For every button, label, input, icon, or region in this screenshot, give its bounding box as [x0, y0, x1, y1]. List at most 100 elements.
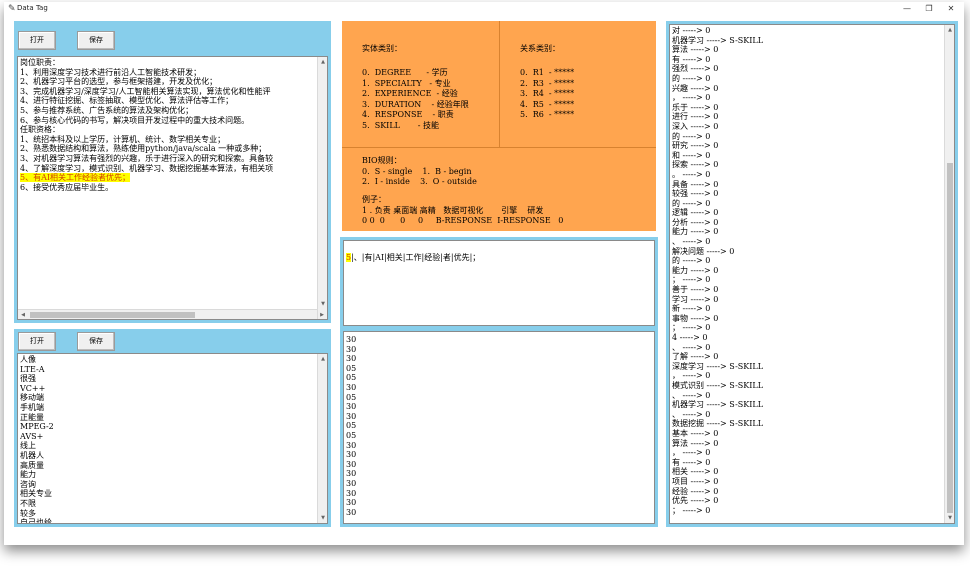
list-item: MPEG-2 [20, 422, 54, 432]
relation-item: 5. R6 - ***** [520, 110, 575, 119]
result-line: 经验 -----> 0 [672, 486, 719, 496]
result-line: 深入 -----> 0 [672, 121, 719, 131]
scroll-down-icon[interactable]: ▼ [318, 299, 327, 309]
scroll-up-icon[interactable]: ▲ [318, 354, 327, 364]
minimize-button[interactable]: — [896, 3, 918, 15]
list-item: 自己也给 [20, 518, 52, 524]
list-item: 线上 [20, 441, 36, 451]
tag-code-line: 30 [346, 450, 357, 460]
result-line: ； -----> 0 [672, 505, 711, 515]
tag-code-line: 30 [346, 344, 357, 354]
sentence-tokens: |、|有|AI|相关|工作|经验|者|优先|； [351, 253, 481, 262]
text-line: 6、参与核心代码的书写，解决项目开发过程中的重大技术问题。 [20, 115, 250, 125]
list-item: 较多 [20, 508, 36, 518]
result-line: 能力 -----> 0 [672, 227, 719, 237]
tag-code-line: 05 [346, 373, 357, 383]
result-line: ； -----> 0 [672, 275, 711, 285]
result-line: 了解 -----> 0 [672, 352, 719, 362]
close-button[interactable]: ✕ [940, 3, 962, 15]
list-item: 人像 [20, 355, 36, 364]
result-line: 相关 -----> 0 [672, 467, 719, 477]
segmented-sentence-area[interactable]: 5|、|有|AI|相关|工作|经验|者|优先|； [343, 240, 655, 326]
open-dict-button[interactable]: 打开 [18, 332, 56, 351]
word-list-content[interactable]: 人像 LTE-A 很强 VC++ 移动端 手机端 正能量 MPEG-2 AVS+ 线上 机器人 高质量… [20, 355, 315, 524]
tag-code-line: 30 [346, 469, 357, 479]
segmented-sentence: 5|、|有|AI|相关|工作|经验|者|优先|； [346, 252, 480, 263]
result-line: ， -----> 0 [672, 93, 711, 103]
result-line: 对 -----> 0 [672, 26, 711, 35]
vertical-scrollbar[interactable]: ▲ ▼ [944, 25, 954, 523]
relation-item: 3. R4 - ***** [520, 89, 575, 98]
scroll-up-icon[interactable]: ▲ [945, 25, 954, 35]
result-line: 算法 -----> 0 [672, 45, 719, 55]
text-line: 4、了解深度学习，模式识别、机器学习、数据挖掘基本算法，有相关项 [20, 163, 274, 173]
result-text-area[interactable]: 对 -----> 0 机器学习 -----> S-SKILL 算法 -----> 0… [669, 24, 955, 524]
tag-code-line: 30 [346, 402, 357, 412]
relation-list: 0. R1 - ***** 2. R3 - ***** 3. R4 - ***** 4… [520, 68, 574, 121]
maximize-button[interactable]: ❐ [918, 3, 940, 15]
scroll-down-icon[interactable]: ▼ [945, 513, 954, 523]
source-text-panel: 打开 保存 岗位职责： 1、利用深度学习技术进行前沿人工智能技术研发； 2、机器学习… [14, 21, 331, 323]
scroll-up-icon[interactable]: ▲ [318, 57, 327, 67]
result-line: ， -----> 0 [672, 371, 711, 381]
vertical-scrollbar[interactable]: ▲ ▼ [317, 57, 327, 319]
result-line: 新 -----> 0 [672, 304, 711, 314]
result-line: 具备 -----> 0 [672, 179, 719, 189]
result-line: 深度学习 -----> S-SKILL [672, 361, 764, 371]
source-text-area[interactable]: 岗位职责： 1、利用深度学习技术进行前沿人工智能技术研发； 2、机器学习平台的选型，… [17, 56, 328, 320]
result-content[interactable]: 对 -----> 0 机器学习 -----> S-SKILL 算法 -----> 0… [672, 26, 942, 515]
result-line: 能力 -----> 0 [672, 265, 719, 275]
tag-code-line: 30 [346, 498, 357, 508]
list-item: 手机端 [20, 402, 44, 412]
window-title: Data Tag [17, 4, 48, 12]
text-line: 3、完成机器学习/深度学习/人工智能相关算法实现，算法优化和性能评 [20, 86, 271, 96]
entity-item: 0. DEGREE - 学历 [362, 68, 448, 77]
tag-input-area[interactable]: 30 30 30 05 05 30 05 30 30 05 05 30 30 30 30 30 30 30 30 [343, 331, 655, 524]
tag-code-line: 30 [346, 354, 357, 364]
result-line: 强烈 -----> 0 [672, 64, 719, 74]
example-line: 例子： [362, 195, 386, 204]
source-text-content[interactable]: 岗位职责： 1、利用深度学习技术进行前沿人工智能技术研发； 2、机器学习平台的选型，… [20, 58, 315, 192]
text-line: 2、熟悉数据结构和算法，熟练使用python/java/scala 一种或多种； [20, 144, 267, 154]
entity-item: 3. DURATION - 经验年限 [362, 99, 469, 109]
result-line: 和 -----> 0 [672, 150, 711, 160]
result-line: 模式识别 -----> S-SKILL [672, 380, 764, 390]
vertical-scrollbar[interactable]: ▲ ▼ [317, 354, 327, 523]
scroll-right-icon[interactable]: ▶ [317, 310, 327, 319]
save-file-button[interactable]: 保存 [77, 31, 115, 50]
relation-title: 关系类别： [520, 44, 560, 53]
text-line: 岗位职责： [20, 58, 60, 67]
tag-input-panel: 30 30 30 05 05 30 05 30 30 05 05 30 30 30 30 30 30 30 30 [340, 329, 658, 527]
legend-divider [342, 147, 656, 148]
horizontal-scrollbar[interactable]: ◀ ▶ [18, 309, 324, 319]
word-list-area[interactable]: 人像 LTE-A 很强 VC++ 移动端 手机端 正能量 MPEG-2 AVS+ 线上 机器人 高质量… [17, 353, 328, 524]
text-line: 5、有AI相关工作经验者优先； [20, 173, 315, 183]
save-dict-button[interactable]: 保存 [77, 332, 115, 351]
example-line: 0 0 0 0 0 B-RESPONSE I-RESPONSE 0 [362, 216, 564, 225]
result-line: 的 -----> 0 [672, 256, 711, 266]
highlighted-line: 5、有AI相关工作经验者优先； [20, 173, 131, 183]
result-line: 较强 -----> 0 [672, 189, 719, 199]
list-item: 能力 [20, 470, 36, 480]
entity-title: 实体类别： [362, 44, 402, 53]
bio-rule-line: 0. S - single 1. B - begin [362, 166, 472, 176]
tag-code-line: 30 [346, 440, 357, 450]
vertical-scroll-thumb[interactable] [947, 163, 953, 513]
tag-code-line: 30 [346, 335, 357, 344]
list-item: 不限 [20, 498, 36, 508]
scroll-left-icon[interactable]: ◀ [18, 310, 28, 319]
horizontal-scroll-thumb[interactable] [30, 312, 195, 318]
open-file-button[interactable]: 打开 [18, 31, 56, 50]
text-line: 6、接受优秀应届毕业生。 [20, 182, 114, 192]
text-line: 4、进行特征挖掘、标签抽取、模型优化、算法评估等工作； [20, 96, 234, 106]
scroll-down-icon[interactable]: ▼ [318, 513, 327, 523]
bio-rule-line: BIO规则： [362, 156, 402, 165]
tag-input-content[interactable]: 30 30 30 05 05 30 05 30 30 05 05 30 30 30 30 30 30 30 30 [346, 335, 642, 517]
result-line: 、 -----> 0 [672, 390, 711, 400]
example-line: 1 . 负责 桌面端 高精 数据可视化 引擎 研发 [362, 205, 544, 215]
legend-divider [499, 21, 500, 147]
list-item: 机器人 [20, 450, 44, 460]
word-list-panel: 打开 保存 人像 LTE-A 很强 VC++ 移动端 手机端 正能量 MPEG-2 AVS+ 线上… [14, 329, 331, 527]
list-item: LTE-A [20, 364, 45, 374]
text-line: 2、机器学习平台的选型，参与框架搭建，开发及优化； [20, 77, 218, 87]
